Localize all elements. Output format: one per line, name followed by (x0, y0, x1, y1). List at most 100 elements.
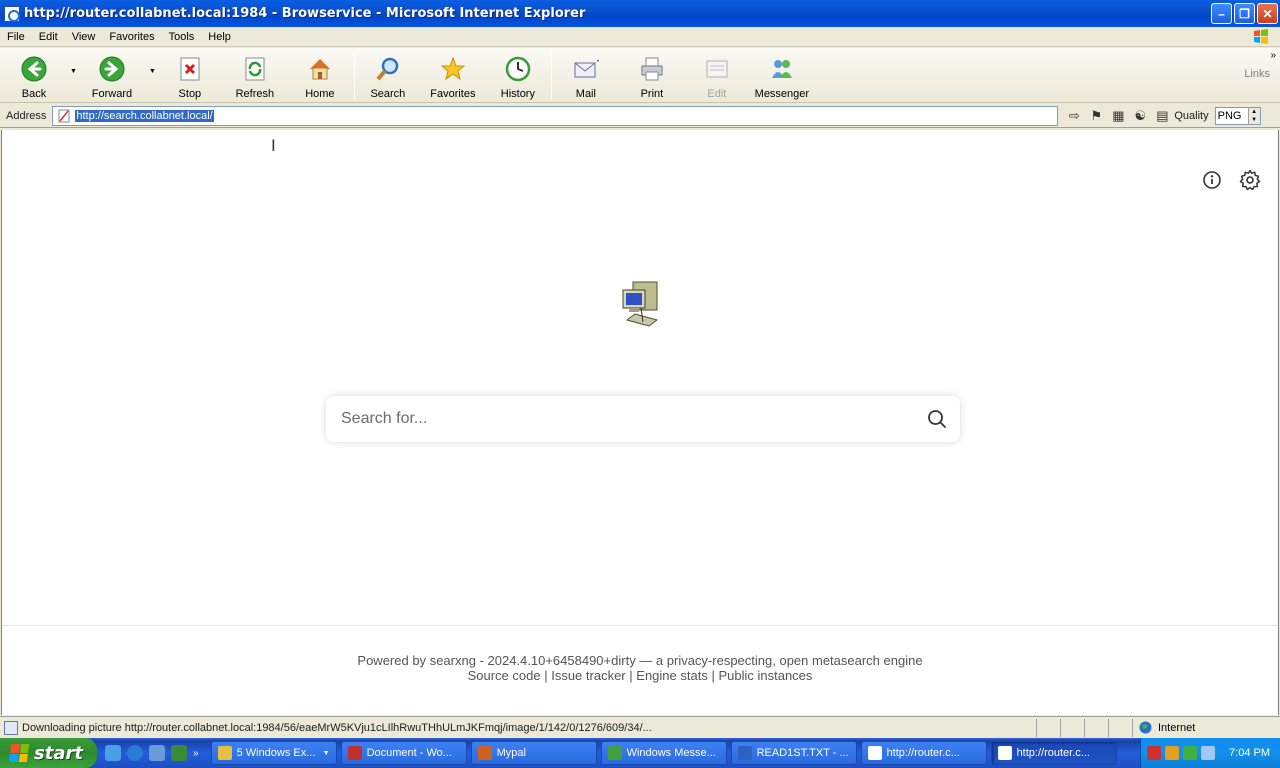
source-code-link[interactable]: Source code (468, 668, 541, 683)
find-binoculars-icon[interactable]: ☯ (1132, 108, 1148, 124)
stop-button[interactable]: Stop (156, 48, 224, 103)
folder-icon (217, 746, 232, 760)
mypal-icon (477, 746, 492, 760)
bookmark-icon[interactable]: ⚑ (1088, 108, 1104, 124)
network-icon[interactable] (1165, 746, 1179, 760)
taskbar-button-windows-messenger[interactable]: Windows Messe... (600, 741, 727, 765)
footer-powered-line: Powered by searxng - 2024.4.10+6458490+d… (2, 653, 1278, 668)
edit-page-icon (706, 60, 728, 78)
messenger-icon (607, 746, 622, 760)
outlook-express-icon[interactable] (149, 745, 165, 761)
refresh-button[interactable]: Refresh (224, 48, 286, 103)
taskbar-button-read1st[interactable]: READ1ST.TXT - ... (730, 741, 857, 765)
settings-gear-icon[interactable] (1238, 168, 1262, 192)
task-label: http://router.c... (886, 747, 960, 759)
quality-spinner-icon[interactable]: ▲ ▼ (1247, 107, 1260, 124)
group-dropdown-icon: ▼ (322, 749, 330, 757)
quality-label: Quality (1174, 109, 1209, 122)
maximize-button[interactable]: ❐ (1234, 3, 1255, 24)
messenger-people-icon (771, 60, 792, 78)
search-button[interactable]: Search (355, 48, 421, 103)
clipboard-icon[interactable]: ▤ (1154, 108, 1170, 124)
address-tools: ⇨ ⚑ ▦ ☯ ▤ (1066, 108, 1170, 124)
windows-flag-icon (8, 744, 30, 762)
windows-logo-icon (1254, 29, 1268, 44)
taskbar-button-ie-1[interactable]: http://router.c... (860, 741, 987, 765)
engine-stats-link[interactable]: Engine stats (636, 668, 708, 683)
save-page-icon[interactable]: ▦ (1110, 108, 1126, 124)
toolbar-chevron-icon[interactable]: » (1270, 50, 1276, 61)
status-cells: Internet (1036, 718, 1280, 737)
wordpad-icon (347, 746, 362, 760)
show-desktop-icon[interactable] (105, 745, 121, 761)
page-icon (58, 109, 70, 122)
quick-launch: » (97, 745, 207, 761)
ie-app-icon[interactable] (4, 5, 20, 22)
address-url-text[interactable]: http://search.collabnet.local/ (75, 109, 214, 122)
powered-by-text: Powered by (357, 653, 427, 668)
menu-file[interactable]: File (0, 31, 32, 43)
home-icon (309, 59, 330, 80)
edit-button[interactable]: Edit (684, 48, 750, 103)
address-input[interactable]: http://search.collabnet.local/ (52, 105, 1059, 126)
home-button[interactable]: Home (286, 48, 354, 103)
back-button[interactable]: Back (0, 48, 68, 103)
back-arrow-icon (21, 56, 47, 82)
history-button[interactable]: History (485, 48, 551, 103)
links-toolbar-label[interactable]: Links (1244, 68, 1270, 80)
security-shield-icon[interactable] (1147, 746, 1161, 760)
mail-button[interactable]: Mail (552, 48, 620, 103)
footer-separator: | (711, 668, 715, 683)
status-bar: Downloading picture http://router.collab… (0, 716, 1280, 738)
clock[interactable]: 7:04 PM (1229, 747, 1270, 759)
messenger-quicklaunch-icon[interactable] (171, 745, 187, 761)
standard-toolbar: Back ▼ Forward ▼ Stop Refresh Home Searc… (0, 48, 1280, 103)
status-page-icon (4, 720, 18, 735)
searxng-link[interactable]: searxng (430, 653, 476, 668)
page-footer: Powered by searxng - 2024.4.10+6458490+d… (2, 625, 1278, 715)
print-button[interactable]: Print (620, 48, 684, 103)
info-icon[interactable] (1200, 168, 1224, 192)
quality-value: PNG (1217, 109, 1242, 122)
refresh-icon (245, 57, 265, 81)
menu-favorites[interactable]: Favorites (102, 31, 161, 43)
forward-dropdown-icon[interactable]: ▼ (149, 68, 156, 75)
issue-tracker-link[interactable]: Issue tracker (551, 668, 625, 683)
page-top-icons (1200, 168, 1262, 192)
window-title: http://router.collabnet.local:1984 - Bro… (24, 6, 586, 21)
searxng-logo-computer-icon (622, 281, 659, 327)
internet-explorer-icon[interactable] (127, 745, 143, 761)
taskbar-button-mypal[interactable]: Mypal (470, 741, 597, 765)
minimize-button[interactable]: – (1211, 3, 1232, 24)
taskbar-button-ie-2[interactable]: http://router.c... (990, 741, 1117, 765)
menu-tools[interactable]: Tools (162, 31, 202, 43)
printer-icon (641, 57, 663, 81)
display-icon[interactable] (1201, 746, 1215, 760)
forward-button[interactable]: Forward (77, 48, 147, 103)
search-submit-icon[interactable] (926, 408, 948, 430)
favorites-star-icon (440, 56, 466, 81)
close-button[interactable]: ✕ (1257, 3, 1278, 24)
back-dropdown-icon[interactable]: ▼ (70, 68, 77, 75)
start-button[interactable]: start (0, 738, 97, 768)
public-instances-link[interactable]: Public instances (718, 668, 812, 683)
quality-select[interactable]: PNG ▲ ▼ (1214, 106, 1261, 125)
taskbar-button-windows-explorer[interactable]: 5 Windows Ex... ▼ (210, 741, 337, 765)
task-label: Mypal (496, 747, 526, 759)
favorites-button[interactable]: Favorites (421, 48, 485, 103)
status-cell (1060, 718, 1084, 737)
go-arrow-icon[interactable]: ⇨ (1066, 108, 1082, 124)
start-label: start (34, 742, 83, 764)
menu-edit[interactable]: Edit (32, 31, 65, 43)
menu-help[interactable]: Help (201, 31, 238, 43)
task-label: Windows Messe... (626, 747, 716, 759)
address-label: Address (6, 109, 47, 122)
messenger-tray-icon[interactable] (1183, 746, 1197, 760)
quicklaunch-chevron-icon[interactable]: » (193, 748, 199, 759)
messenger-button[interactable]: Messenger (750, 48, 814, 103)
footer-links: Source code | Issue tracker | Engine sta… (2, 668, 1278, 683)
taskbar-button-document[interactable]: Document - Wo... (340, 741, 467, 765)
menu-view[interactable]: View (65, 31, 103, 43)
search-input[interactable]: Search for... (326, 410, 926, 428)
search-box[interactable]: Search for... (326, 396, 960, 442)
